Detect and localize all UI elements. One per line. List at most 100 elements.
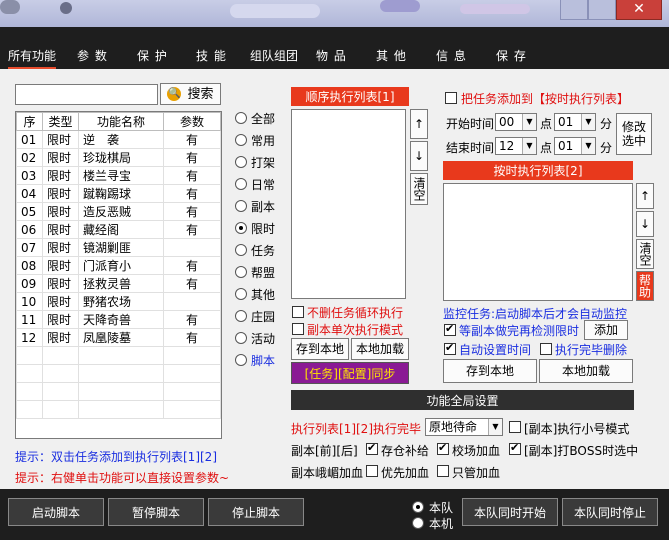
cell-name: 野猪农场 bbox=[78, 292, 164, 311]
seq-down-button[interactable]: ↓ bbox=[410, 141, 428, 171]
modify-selected-button[interactable]: 修改选中 bbox=[616, 113, 652, 155]
col-header-param[interactable]: 参数 bbox=[163, 112, 221, 131]
tab-other[interactable]: 其 他 bbox=[376, 47, 407, 64]
pause-script-button[interactable]: 暂停脚本 bbox=[108, 498, 204, 526]
stop-script-button[interactable]: 停止脚本 bbox=[208, 498, 304, 526]
exec-done-select[interactable]: 原地待命 ▼ bbox=[425, 418, 503, 436]
tab-params[interactable]: 参 数 bbox=[77, 47, 108, 64]
table-row[interactable]: 03 限时 楼兰寻宝有 bbox=[16, 166, 221, 185]
seq-up-button[interactable]: ↑ bbox=[410, 109, 428, 139]
tab-skills[interactable]: 技 能 bbox=[196, 47, 227, 64]
cell-index: 03 bbox=[16, 166, 43, 185]
search-button[interactable]: 🔍 搜索 bbox=[160, 83, 221, 105]
seq-load-local-button[interactable]: 本地加载 bbox=[351, 338, 409, 360]
timed-save-local-button[interactable]: 存到本地 bbox=[443, 359, 537, 383]
table-row[interactable]: 11 限时 天降奇兽有 bbox=[16, 310, 221, 329]
help-button[interactable]: 帮助 bbox=[636, 271, 654, 301]
delete-done-checkbox[interactable] bbox=[540, 343, 552, 355]
small-mode-checkbox[interactable] bbox=[509, 421, 521, 433]
tab-save[interactable]: 保 存 bbox=[496, 47, 527, 64]
add-to-timed-checkbox[interactable] bbox=[445, 92, 457, 104]
category-radio-4[interactable] bbox=[235, 200, 247, 212]
table-row[interactable]: 01 限时逆 袭有 bbox=[16, 130, 221, 149]
team-radio[interactable] bbox=[412, 501, 424, 513]
warehouse-checkbox[interactable] bbox=[366, 441, 378, 455]
title-decoration bbox=[380, 0, 420, 12]
table-row[interactable]: 06 限时 藏经阁有 bbox=[16, 220, 221, 239]
timed-add-button[interactable]: 添加 bbox=[584, 320, 628, 340]
table-row[interactable]: 04 限时 蹴鞠踢球有 bbox=[16, 184, 221, 203]
table-row[interactable]: 05 限时 造反恶贼有 bbox=[16, 202, 221, 221]
start-min-select[interactable]: 01 ▼ bbox=[554, 113, 596, 131]
table-row[interactable]: 09 限时 拯救灵兽有 bbox=[16, 274, 221, 293]
timed-down-button[interactable]: ↓ bbox=[636, 211, 654, 237]
seq-clear-button[interactable]: 清空 bbox=[410, 173, 428, 205]
machine-radio[interactable] bbox=[412, 517, 424, 529]
tab-team[interactable]: 组队组团 bbox=[250, 47, 298, 64]
monitor-title: 监控任务: bbox=[443, 307, 496, 321]
boss-checkbox[interactable] bbox=[509, 441, 521, 455]
start-script-button[interactable]: 启动脚本 bbox=[8, 498, 104, 526]
category-radio-2[interactable] bbox=[235, 156, 247, 168]
cell-index: 10 bbox=[16, 292, 43, 311]
auto-time-checkbox[interactable] bbox=[444, 341, 456, 355]
end-min-select[interactable]: 01 ▼ bbox=[554, 137, 596, 155]
category-radio-1[interactable] bbox=[235, 134, 247, 146]
cell-index: 12 bbox=[16, 328, 43, 347]
maximize-button[interactable] bbox=[588, 0, 616, 20]
table-row[interactable]: 07 限时 镜湖剿匪 bbox=[16, 238, 221, 257]
category-radio-6[interactable] bbox=[235, 244, 247, 256]
no-loop-checkbox[interactable] bbox=[292, 306, 304, 318]
end-hour-value: 12 bbox=[499, 139, 515, 153]
category-radio-0[interactable] bbox=[235, 112, 247, 124]
category-radio-8[interactable] bbox=[235, 288, 247, 300]
team-label: 本队 bbox=[429, 501, 454, 515]
cell-type: 限时 bbox=[42, 274, 79, 293]
category-radio-10[interactable] bbox=[235, 332, 247, 344]
team-stop-button[interactable]: 本队同时停止 bbox=[562, 498, 658, 526]
minimize-button[interactable] bbox=[560, 0, 588, 20]
timed-up-button[interactable]: ↑ bbox=[636, 183, 654, 209]
tab-items[interactable]: 物 品 bbox=[316, 47, 347, 64]
tab-protect[interactable]: 保 护 bbox=[137, 47, 168, 64]
title-decoration bbox=[460, 4, 530, 14]
category-radio-3[interactable] bbox=[235, 178, 247, 190]
timed-load-local-button[interactable]: 本地加载 bbox=[539, 359, 633, 383]
category-radio-9[interactable] bbox=[235, 310, 247, 322]
timed-list-box[interactable] bbox=[443, 183, 633, 301]
search-button-label: 搜索 bbox=[187, 86, 214, 102]
table-row[interactable]: 10 限时 野猪农场 bbox=[16, 292, 221, 311]
cell-empty bbox=[163, 364, 221, 383]
category-label-5: 限时 bbox=[251, 222, 276, 236]
table-row[interactable]: 08 限时 门派育小有 bbox=[16, 256, 221, 275]
start-hour-select[interactable]: 00 ▼ bbox=[495, 113, 537, 131]
category-radio-5[interactable] bbox=[235, 222, 247, 234]
table-row[interactable]: 12 限时 凤凰陵墓有 bbox=[16, 328, 221, 347]
team-start-button[interactable]: 本队同时开始 bbox=[462, 498, 558, 526]
table-row[interactable]: 02 限时 珍珑棋局有 bbox=[16, 148, 221, 167]
table-row-empty bbox=[16, 400, 221, 419]
sync-button[interactable]: [任务][配置]同步 bbox=[291, 362, 409, 384]
col-header-type[interactable]: 类型 bbox=[42, 112, 79, 131]
col-header-name[interactable]: 功能名称 bbox=[78, 112, 164, 131]
category-radio-7[interactable] bbox=[235, 266, 247, 278]
end-hour-select[interactable]: 12 ▼ bbox=[495, 137, 537, 155]
category-radio-11[interactable] bbox=[235, 354, 247, 366]
arena-checkbox[interactable] bbox=[437, 441, 449, 455]
close-button[interactable]: ✕ bbox=[616, 0, 662, 20]
only-heal-checkbox[interactable] bbox=[437, 465, 449, 477]
start-time-label: 开始时间 bbox=[446, 117, 495, 131]
cell-name: 天降奇兽 bbox=[78, 310, 164, 329]
seq-save-local-button[interactable]: 存到本地 bbox=[291, 338, 349, 360]
priority-checkbox[interactable] bbox=[366, 465, 378, 477]
seq-list-box[interactable] bbox=[291, 109, 406, 299]
machine-label: 本机 bbox=[429, 517, 454, 531]
search-input[interactable] bbox=[15, 84, 158, 105]
timed-clear-button[interactable]: 清空 bbox=[636, 239, 654, 269]
tab-info[interactable]: 信 息 bbox=[436, 47, 467, 64]
single-mode-checkbox[interactable] bbox=[292, 323, 304, 335]
tab-all-functions[interactable]: 所有功能 bbox=[8, 47, 57, 69]
cell-empty bbox=[78, 382, 164, 401]
col-header-index[interactable]: 序 bbox=[16, 112, 43, 131]
wait-dungeon-checkbox[interactable] bbox=[444, 322, 456, 336]
